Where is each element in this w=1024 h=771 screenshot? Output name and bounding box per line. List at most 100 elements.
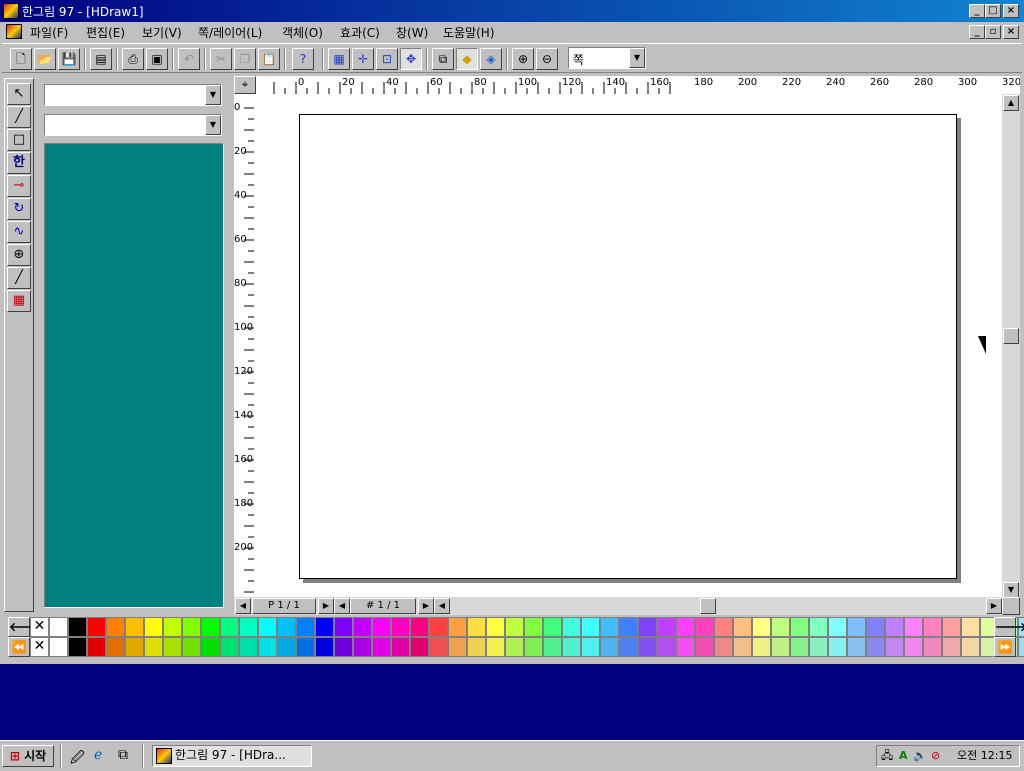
zoom-in-icon[interactable]: ⊕: [512, 48, 534, 70]
chevron-down-icon[interactable]: ▼: [205, 115, 221, 135]
ruler-origin-icon[interactable]: ⌖: [234, 76, 256, 94]
color-swatch[interactable]: [809, 617, 828, 637]
shape-outline-icon[interactable]: ⧉: [432, 48, 454, 70]
color-swatch[interactable]: [182, 637, 201, 657]
menu-file[interactable]: 파일(F): [30, 24, 68, 41]
color-swatch[interactable]: [353, 617, 372, 637]
color-swatch[interactable]: [106, 617, 125, 637]
start-button[interactable]: ⊞ 시작: [2, 745, 54, 767]
print-preview-icon[interactable]: ▣: [146, 48, 168, 70]
color-swatch[interactable]: [771, 617, 790, 637]
show-desktop-icon[interactable]: 🖉: [70, 747, 85, 771]
color-swatch[interactable]: [144, 617, 163, 637]
size-combo[interactable]: ▼: [44, 114, 222, 136]
browser-icon[interactable]: ℯ: [94, 747, 102, 763]
color-swatch[interactable]: [391, 617, 410, 637]
drawing-canvas[interactable]: [254, 94, 1002, 599]
color-swatch[interactable]: [657, 637, 676, 657]
color-swatch[interactable]: [885, 637, 904, 657]
color-swatch[interactable]: [334, 617, 353, 637]
color-swatch[interactable]: [733, 637, 752, 657]
next-layer-icon[interactable]: ▶: [418, 598, 434, 614]
save-icon[interactable]: 💾: [58, 48, 80, 70]
paste-icon[interactable]: 📋: [258, 48, 280, 70]
guide-icon[interactable]: ✛: [352, 48, 374, 70]
page-sheet[interactable]: [299, 114, 957, 579]
color-swatch[interactable]: [942, 637, 961, 657]
zoom-icon[interactable]: ⊕: [7, 244, 31, 266]
color-swatch[interactable]: [752, 637, 771, 657]
next-page-icon[interactable]: ▶: [318, 598, 334, 614]
color-swatch[interactable]: [885, 617, 904, 637]
color-swatch[interactable]: [372, 637, 391, 657]
color-swatch[interactable]: [904, 617, 923, 637]
color-swatch[interactable]: [296, 617, 315, 637]
color-swatch[interactable]: [619, 617, 638, 637]
color-swatch[interactable]: [714, 637, 733, 657]
cut-icon[interactable]: ✂: [210, 48, 232, 70]
scroll-thumb[interactable]: [1003, 328, 1019, 344]
color-swatch[interactable]: [277, 637, 296, 657]
new-icon[interactable]: 🗋: [10, 48, 32, 70]
network-icon[interactable]: 🖧: [881, 746, 893, 766]
color-swatch[interactable]: [505, 637, 524, 657]
color-swatch[interactable]: [448, 617, 467, 637]
color-swatch[interactable]: [239, 617, 258, 637]
color-swatch[interactable]: [220, 637, 239, 657]
color-swatch[interactable]: [201, 617, 220, 637]
print-icon[interactable]: ⎙: [122, 48, 144, 70]
color-swatch[interactable]: [125, 637, 144, 657]
color-swatch[interactable]: [524, 637, 543, 657]
prev-layer-icon[interactable]: ◀: [334, 598, 350, 614]
no-color-swatch[interactable]: ✕: [30, 617, 49, 637]
ime-icon[interactable]: A: [899, 746, 908, 766]
color-swatch[interactable]: [296, 637, 315, 657]
color-swatch[interactable]: [410, 617, 429, 637]
chevron-down-icon[interactable]: ▼: [629, 48, 645, 68]
color-swatch[interactable]: [315, 637, 334, 657]
color-swatch[interactable]: [543, 637, 562, 657]
color-swatch[interactable]: [600, 617, 619, 637]
color-swatch[interactable]: [847, 617, 866, 637]
volume-icon[interactable]: 🔈: [913, 746, 927, 766]
maximize-button[interactable]: □: [985, 4, 1001, 18]
menu-window[interactable]: 창(W): [396, 24, 428, 41]
palette-last-icon[interactable]: ⏩: [994, 637, 1016, 657]
color-swatch[interactable]: [68, 637, 87, 657]
scroll-down-icon[interactable]: ▼: [1003, 582, 1019, 598]
color-swatch[interactable]: [866, 637, 885, 657]
scroll-right-icon[interactable]: ▶: [986, 598, 1002, 614]
channel-icon[interactable]: ⧉: [118, 747, 128, 763]
color-swatch[interactable]: [733, 617, 752, 637]
pen-icon[interactable]: ╱: [7, 267, 31, 289]
color-swatch[interactable]: [315, 617, 334, 637]
color-swatch[interactable]: [448, 637, 467, 657]
color-swatch[interactable]: [49, 637, 68, 657]
scroll-left-icon[interactable]: ◀: [434, 598, 450, 614]
color-swatch[interactable]: [828, 617, 847, 637]
color-swatch[interactable]: [942, 617, 961, 637]
copy-icon[interactable]: ❐: [234, 48, 256, 70]
chevron-down-icon[interactable]: ▼: [205, 85, 221, 105]
color-swatch[interactable]: [676, 637, 695, 657]
color-swatch[interactable]: [467, 617, 486, 637]
color-swatch[interactable]: [49, 617, 68, 637]
color-swatch[interactable]: [163, 637, 182, 657]
color-swatch[interactable]: [486, 617, 505, 637]
color-swatch[interactable]: [904, 637, 923, 657]
color-swatch[interactable]: [714, 617, 733, 637]
color-swatch[interactable]: [353, 637, 372, 657]
scroll-left-icon[interactable]: ◀: [235, 598, 251, 614]
color-swatch[interactable]: [106, 637, 125, 657]
undo-icon[interactable]: ↶: [178, 48, 200, 70]
zoom-select[interactable]: 쪽 ▼: [568, 47, 646, 69]
color-swatch[interactable]: [866, 617, 885, 637]
bezier-icon[interactable]: ∿: [7, 221, 31, 243]
color-swatch[interactable]: [201, 637, 220, 657]
color-swatch[interactable]: [334, 637, 353, 657]
color-swatch[interactable]: [961, 637, 980, 657]
palette-first-icon[interactable]: ⏪: [8, 637, 30, 657]
color-swatch[interactable]: [923, 617, 942, 637]
color-swatch[interactable]: [486, 637, 505, 657]
rectangle-icon[interactable]: □: [7, 129, 31, 151]
